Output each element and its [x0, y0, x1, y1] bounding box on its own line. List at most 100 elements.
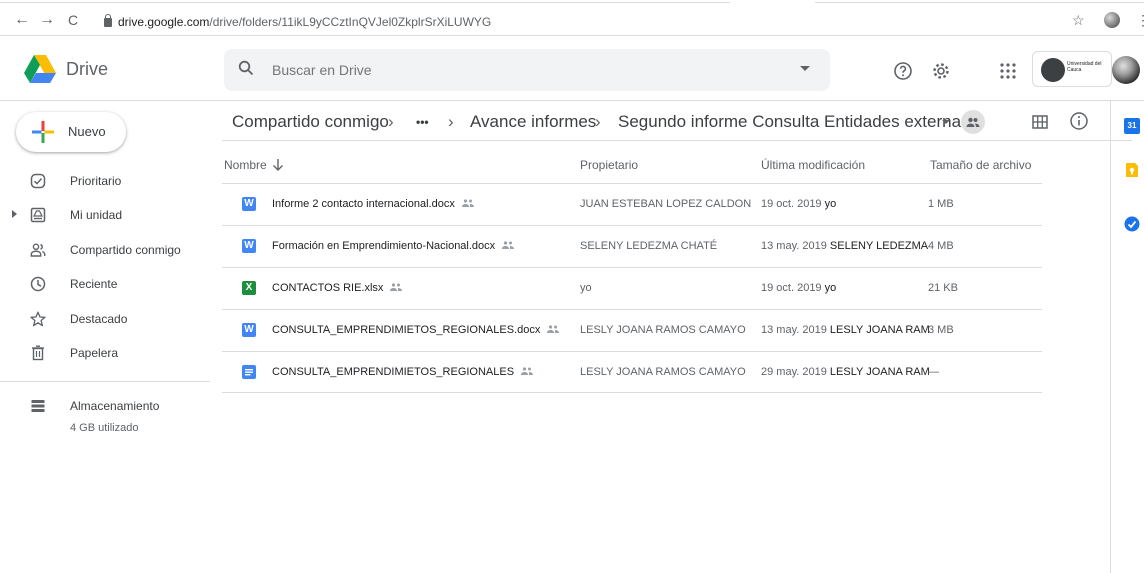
modified-by: yo [824, 282, 837, 294]
sidebar-item-priority[interactable]: Prioritario [0, 165, 220, 197]
help-icon[interactable] [893, 61, 913, 81]
file-size: — [928, 366, 939, 378]
shared-people-icon [502, 241, 515, 249]
column-header-size[interactable]: Tamaño de archivo [930, 158, 1031, 172]
google-doc-icon [242, 365, 256, 379]
file-size: 4 MB [928, 240, 954, 252]
table-row[interactable]: X CONTACTOS RIE.xlsx yo 19 oct. 2019 yo … [222, 267, 1042, 309]
word-file-icon: W [242, 197, 256, 211]
address-bar[interactable]: drive.google.com/drive/folders/11ikL9yCC… [98, 12, 1144, 32]
sidebar-item-label: Destacado [70, 312, 128, 326]
file-modified: 19 oct. 2019 yo [761, 282, 836, 294]
table-row[interactable]: CONSULTA_EMPRENDIMIETOS_REGIONALES LESLY… [222, 351, 1042, 393]
keep-icon[interactable] [1124, 162, 1140, 178]
grid-view-icon[interactable] [1031, 113, 1049, 131]
modified-by: LESLY JOANA RAM [829, 366, 930, 378]
column-header-name[interactable]: Nombre [224, 158, 267, 172]
file-name-text: CONSULTA_EMPRENDIMIETOS_REGIONALES [272, 366, 515, 378]
browser-toolbar: ← → C drive.google.com/drive/folders/11i… [0, 0, 1144, 36]
new-button-label: Nuevo [68, 124, 106, 139]
file-size: 21 KB [928, 282, 958, 294]
column-header-modified[interactable]: Última modificación [761, 158, 865, 172]
sort-arrow-down-icon[interactable] [272, 158, 284, 172]
modified-date: 19 oct. 2019 [761, 282, 822, 294]
column-header-owner[interactable]: Propietario [580, 158, 638, 172]
file-name-text: CONSULTA_EMPRENDIMIETOS_REGIONALES.docx [272, 324, 541, 336]
modified-date: 13 may. 2019 [761, 240, 827, 252]
tab-strip-right [815, 0, 1144, 3]
file-owner: JUAN ESTEBAN LOPEZ CALDON [580, 198, 752, 210]
search-icon[interactable] [238, 60, 254, 76]
drive-logo-icon[interactable] [24, 55, 56, 83]
sidebar-item-label: Mi unidad [70, 208, 123, 222]
browser-profile-icon[interactable] [1104, 12, 1120, 28]
tab-strip [0, 0, 1144, 4]
trash-icon [32, 345, 44, 361]
info-icon[interactable] [1069, 111, 1089, 131]
shared-folder-badge[interactable] [961, 110, 985, 134]
tasks-icon[interactable] [1124, 216, 1140, 232]
table-row[interactable]: W Formación en Emprendimiento-Nacional.d… [222, 225, 1042, 267]
file-modified: 13 may. 2019 LESLY JOANA RAM [761, 324, 930, 336]
file-modified: 19 oct. 2019 yo [761, 198, 836, 210]
folder-menu-chevron-down-icon[interactable] [942, 120, 950, 124]
table-row[interactable]: W CONSULTA_EMPRENDIMIETOS_REGIONALES.doc… [222, 309, 1042, 351]
bookmark-star-icon[interactable]: ☆ [1072, 12, 1085, 29]
account-switcher[interactable]: Universidad del Cauca [1032, 51, 1112, 87]
file-name: CONTACTOS RIE.xlsx [272, 282, 403, 294]
drive-brand[interactable]: Drive [66, 59, 108, 80]
breadcrumb-separator: › [448, 112, 454, 131]
avatar[interactable] [1112, 56, 1140, 84]
my-drive-icon [30, 207, 46, 223]
file-size: 3 MB [928, 324, 954, 336]
lock-icon [104, 14, 112, 27]
shared-people-icon [966, 117, 980, 127]
new-button[interactable]: Nuevo [16, 112, 126, 152]
breadcrumb-more[interactable]: ••• [416, 110, 429, 134]
file-name: CONSULTA_EMPRENDIMIETOS_REGIONALES.docx [272, 324, 560, 336]
search-bar[interactable] [224, 49, 830, 91]
sidebar-item-my-drive[interactable]: Mi unidad [0, 199, 220, 231]
calendar-icon[interactable]: 31 [1124, 118, 1140, 134]
file-name: CONSULTA_EMPRENDIMIETOS_REGIONALES [272, 366, 534, 378]
search-input[interactable] [272, 49, 752, 91]
file-name-text: Formación en Emprendimiento-Nacional.doc… [272, 240, 496, 252]
sidebar-divider [0, 381, 210, 382]
sidebar-item-recent[interactable]: Reciente [0, 268, 220, 300]
url-path: /drive/folders/11ikL9yCCztInQVJel0ZkplrS… [209, 15, 492, 29]
browser-menu-icon[interactable]: ⋮ [1136, 12, 1144, 29]
file-name: Formación en Emprendimiento-Nacional.doc… [272, 240, 515, 252]
tab-strip-left [0, 0, 730, 3]
sidebar-item-shared-with-me[interactable]: Compartido conmigo [0, 234, 220, 266]
modified-date: 13 may. 2019 [761, 324, 827, 336]
modified-by: SELENY LEDEZMA [829, 240, 929, 252]
excel-file-icon: X [242, 281, 256, 295]
breadcrumb-separator: › [595, 112, 601, 131]
breadcrumb-current-folder[interactable]: Segundo informe Consulta Entidades exter… [618, 110, 970, 134]
modified-by: LESLY JOANA RAM [829, 324, 930, 336]
gear-icon[interactable] [931, 61, 951, 81]
sidebar-item-trash[interactable]: Papelera [0, 337, 220, 369]
back-button[interactable]: ← [14, 12, 30, 28]
file-modified: 13 may. 2019 SELENY LEDEZMA [761, 240, 928, 252]
sidebar-item-label: Compartido conmigo [70, 243, 181, 257]
file-name: Informe 2 contacto internacional.docx [272, 198, 475, 210]
search-options-chevron-down-icon[interactable] [800, 66, 810, 71]
storage-icon [31, 400, 45, 412]
breadcrumb-shared-with-me[interactable]: Compartido conmigo [232, 110, 389, 134]
breadcrumb-avance-informes[interactable]: Avance informes [470, 110, 596, 134]
expand-arrow-icon[interactable] [12, 210, 17, 218]
side-panel-divider [1110, 101, 1111, 573]
apps-grid-icon[interactable] [998, 61, 1018, 81]
table-row[interactable]: W Informe 2 contacto internacional.docx … [222, 183, 1042, 225]
url-host: drive.google.com [118, 15, 210, 29]
word-file-icon: W [242, 239, 256, 253]
drive-header: Drive Universidad del Cauca [0, 37, 1144, 101]
reload-button[interactable]: C [68, 12, 78, 28]
modified-date: 29 may. 2019 [761, 366, 827, 378]
sidebar-item-starred[interactable]: Destacado [0, 303, 220, 335]
forward-button[interactable]: → [39, 12, 55, 28]
sidebar-item-storage[interactable]: Almacenamiento [0, 390, 220, 422]
word-file-icon: W [242, 323, 256, 337]
plus-icon [32, 121, 54, 143]
